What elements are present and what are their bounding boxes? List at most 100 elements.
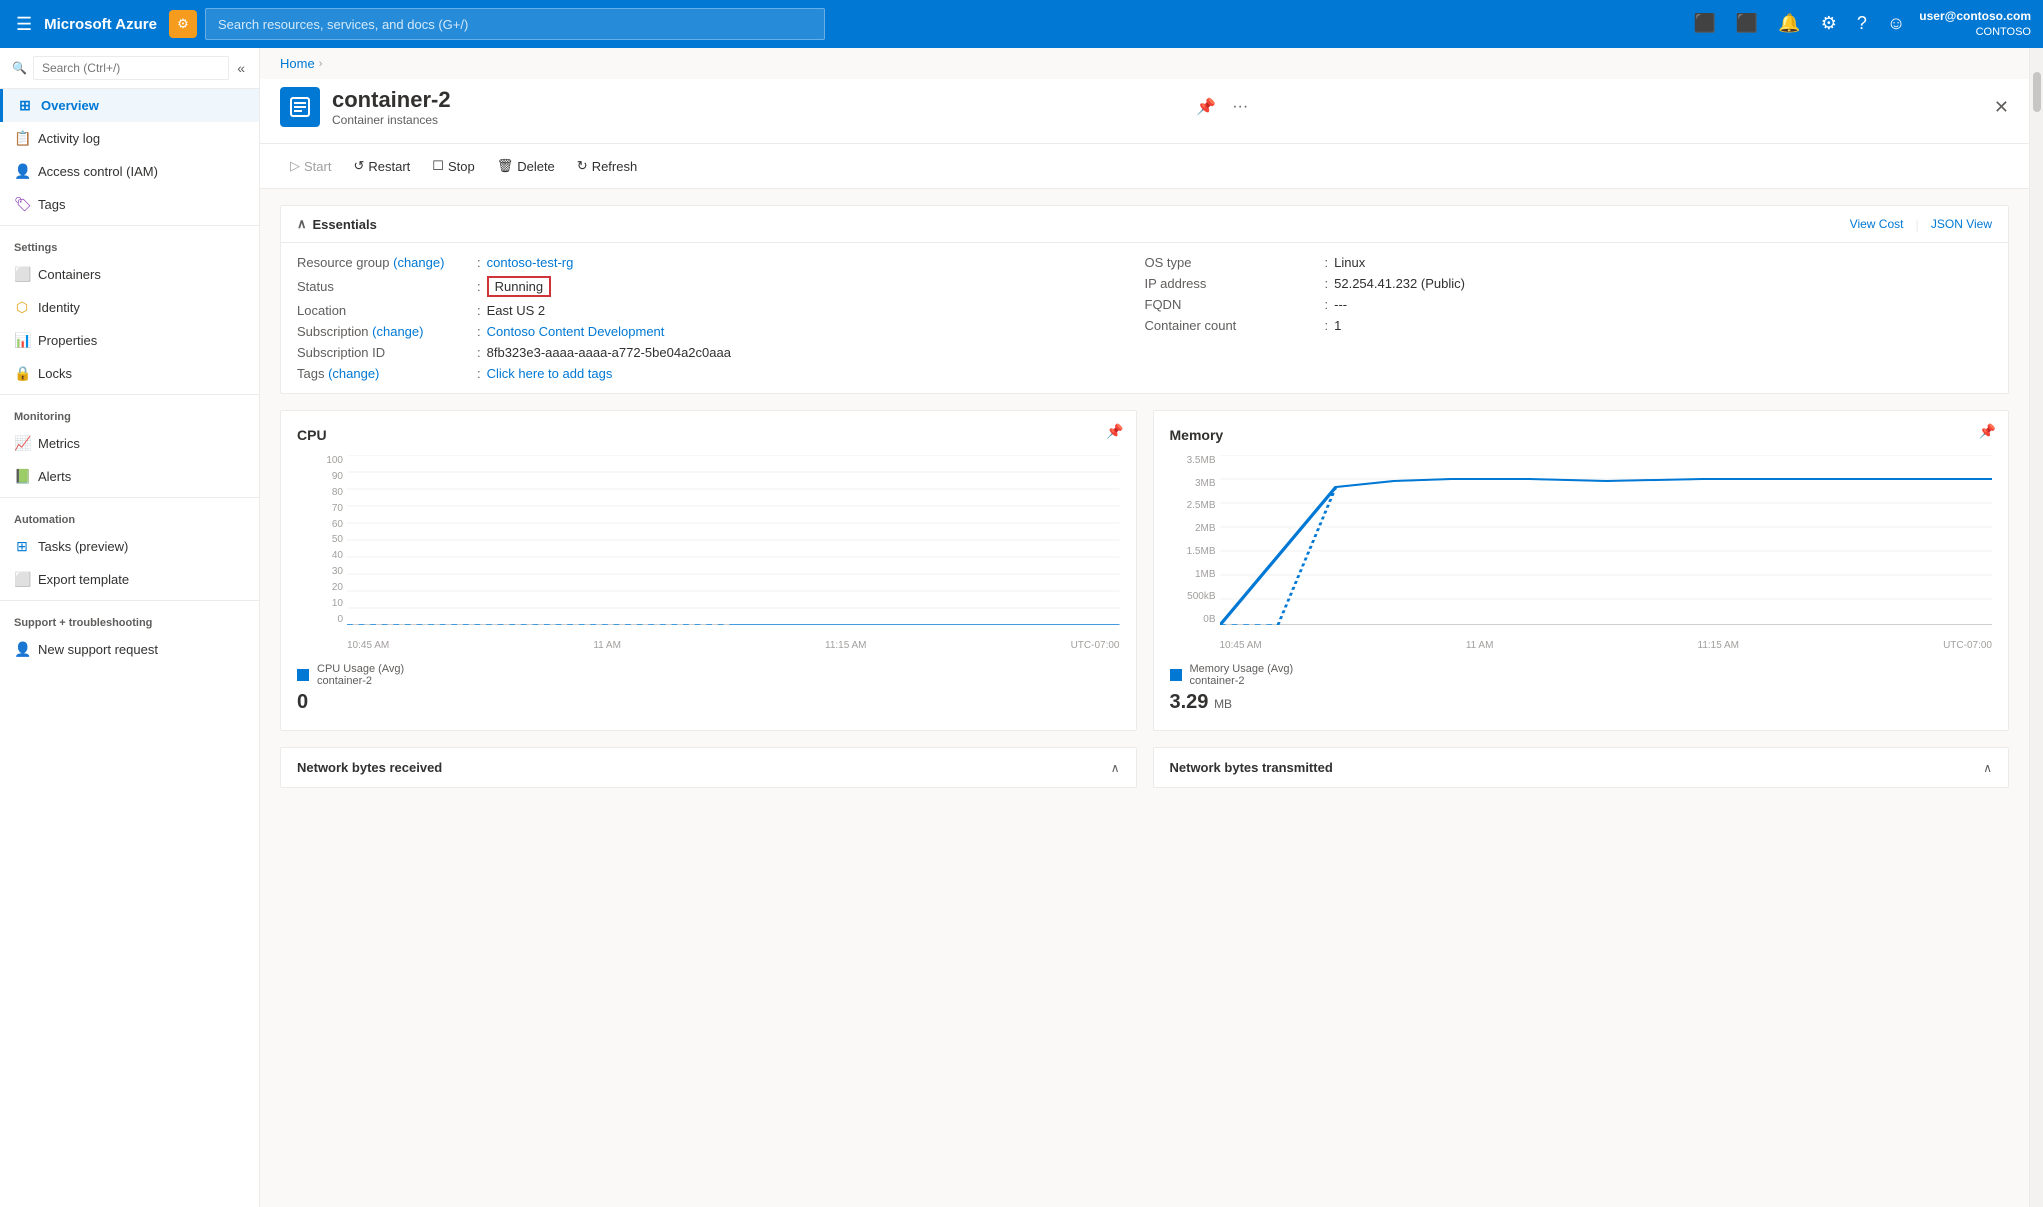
tags-change[interactable]: (change) — [328, 366, 379, 381]
cpu-value: 0 — [297, 691, 308, 713]
restart-label: Restart — [368, 159, 410, 174]
sidebar-item-new-support[interactable]: 👤 New support request — [0, 633, 259, 666]
essentials-subscription-id: Subscription ID : 8fb323e3-aaaa-aaaa-a77… — [297, 345, 1145, 360]
global-search-input[interactable] — [205, 8, 825, 40]
automation-divider — [0, 497, 259, 498]
status-badge: Running — [487, 276, 551, 297]
settings-icon[interactable]: ⚙ — [1815, 9, 1843, 38]
memory-legend-label: Memory Usage (Avg) — [1190, 663, 1294, 675]
user-email: user@contoso.com — [1919, 9, 2031, 25]
delete-button[interactable]: 🗑 Delete — [487, 152, 565, 180]
ip-address-label: IP address — [1145, 276, 1325, 291]
subscription-link[interactable]: Contoso Content Development — [487, 324, 665, 339]
memory-chart-card: Memory 📌 3.5MB 3MB 2.5MB 2MB 1.5MB 1MB 5… — [1153, 410, 2010, 731]
sidebar-item-activity-log[interactable]: 📋 Activity log — [0, 122, 259, 155]
content-area: Home › container-2 Container instances 📌… — [260, 48, 2029, 1207]
automation-section-header: Automation — [0, 502, 259, 530]
locks-icon: 🔒 — [14, 365, 30, 382]
essentials-links: View Cost | JSON View — [1850, 217, 1992, 232]
cpu-legend-box — [297, 669, 309, 681]
sidebar-item-access-control[interactable]: 👤 Access control (IAM) — [0, 155, 259, 188]
network-transmitted-title: Network bytes transmitted — [1170, 760, 1333, 775]
memory-chart-area: 3.5MB 3MB 2.5MB 2MB 1.5MB 1MB 500kB 0B — [1170, 455, 1993, 655]
right-scrollbar[interactable] — [2029, 48, 2043, 1207]
support-section-header: Support + troubleshooting — [0, 605, 259, 633]
memory-chart-plot — [1220, 455, 1993, 625]
sidebar-new-support-label: New support request — [38, 642, 158, 657]
essentials-left-col: Resource group (change) : contoso-test-r… — [297, 255, 1145, 381]
sidebar-item-locks[interactable]: 🔒 Locks — [0, 357, 259, 390]
sidebar-alerts-label: Alerts — [38, 469, 71, 484]
memory-pin-button[interactable]: 📌 — [1979, 423, 1996, 440]
sidebar-item-alerts[interactable]: 📗 Alerts — [0, 460, 259, 493]
topbar-right: ⬛ ⬛ 🔔 ⚙ ? ☺ user@contoso.com CONTOSO — [1687, 9, 2031, 39]
container-count-label: Container count — [1145, 318, 1325, 333]
notification-icon[interactable]: 🔔 — [1772, 9, 1806, 38]
close-button[interactable]: ✕ — [1994, 97, 2009, 118]
sidebar-item-identity[interactable]: ⬡ Identity — [0, 291, 259, 324]
sidebar-item-tasks[interactable]: ⊞ Tasks (preview) — [0, 530, 259, 563]
page-header-text: container-2 Container instances — [332, 87, 451, 127]
view-cost-link[interactable]: View Cost — [1850, 217, 1904, 232]
fqdn-label: FQDN — [1145, 297, 1325, 312]
stop-button[interactable]: ☐ Stop — [422, 152, 484, 180]
cpu-legend-container: container-2 — [317, 675, 404, 687]
user-org: CONTOSO — [1919, 25, 2031, 39]
essentials-collapse-icon[interactable]: ∧ — [297, 216, 307, 232]
more-button[interactable]: ··· — [1228, 93, 1252, 121]
memory-yaxis: 3.5MB 3MB 2.5MB 2MB 1.5MB 1MB 500kB 0B — [1170, 455, 1220, 625]
subscription-change[interactable]: (change) — [372, 324, 423, 339]
user-info[interactable]: user@contoso.com CONTOSO — [1919, 9, 2031, 39]
collapse-sidebar-button[interactable]: « — [235, 58, 247, 78]
restart-button[interactable]: ↺ Restart — [343, 152, 420, 180]
support-divider — [0, 600, 259, 601]
page-header-actions: 📌 ··· — [1192, 93, 1252, 121]
network-transmitted-chevron[interactable]: ∧ — [1983, 761, 1992, 775]
sidebar-item-containers[interactable]: ⬜ Containers — [0, 258, 259, 291]
overview-icon: ⊞ — [17, 97, 33, 114]
feedback-icon[interactable]: ⬛ — [1730, 9, 1764, 38]
help-icon[interactable]: ? — [1851, 9, 1873, 38]
essentials-header: ∧ Essentials View Cost | JSON View — [281, 206, 2008, 243]
sidebar-search-input[interactable] — [33, 56, 229, 80]
settings-section-header: Settings — [0, 230, 259, 258]
stop-icon: ☐ — [432, 158, 444, 174]
cpu-pin-button[interactable]: 📌 — [1106, 423, 1123, 440]
azure-logo: Microsoft Azure — [44, 16, 157, 33]
essentials-right-col: OS type : Linux IP address : 52.254.41.2… — [1145, 255, 1993, 381]
essentials-location: Location : East US 2 — [297, 303, 1145, 318]
pin-button[interactable]: 📌 — [1192, 93, 1220, 121]
sidebar-item-overview[interactable]: ⊞ Overview — [0, 89, 259, 122]
memory-chart-title: Memory — [1170, 427, 1993, 443]
subscription-label: Subscription (change) — [297, 324, 477, 339]
sidebar-locks-label: Locks — [38, 366, 72, 381]
breadcrumb-home[interactable]: Home — [280, 56, 315, 71]
resource-group-change[interactable]: (change) — [393, 255, 444, 270]
sidebar-search-area: 🔍 « — [0, 48, 259, 89]
sidebar-item-properties[interactable]: 📊 Properties — [0, 324, 259, 357]
portal-icon[interactable]: ⬛ — [1687, 9, 1721, 38]
network-received-card: Network bytes received ∧ — [280, 747, 1137, 788]
hamburger-icon[interactable]: ☰ — [12, 10, 36, 39]
sidebar-item-metrics[interactable]: 📈 Metrics — [0, 427, 259, 460]
resource-group-link[interactable]: contoso-test-rg — [487, 255, 574, 270]
memory-legend-container: container-2 — [1190, 675, 1294, 687]
sidebar-access-control-label: Access control (IAM) — [38, 164, 158, 179]
network-received-chevron[interactable]: ∧ — [1111, 761, 1120, 775]
account-icon[interactable]: ☺ — [1881, 9, 1911, 38]
tags-icon: 🏷 — [14, 196, 30, 213]
sidebar-item-export-template[interactable]: ⬜ Export template — [0, 563, 259, 596]
access-control-icon: 👤 — [14, 163, 30, 180]
fqdn-value: --- — [1334, 297, 1347, 312]
essentials-resource-group: Resource group (change) : contoso-test-r… — [297, 255, 1145, 270]
page-subtitle: Container instances — [332, 113, 451, 127]
tags-link[interactable]: Click here to add tags — [487, 366, 613, 381]
start-button[interactable]: ▷ Start — [280, 152, 341, 180]
start-label: Start — [304, 159, 331, 174]
container-count-value: 1 — [1334, 318, 1341, 333]
memory-xaxis: 10:45 AM 11 AM 11:15 AM UTC-07:00 — [1220, 635, 1993, 655]
refresh-button[interactable]: ↻ Refresh — [567, 152, 647, 180]
sidebar-item-tags[interactable]: 🏷 Tags — [0, 188, 259, 221]
json-view-link[interactable]: JSON View — [1931, 217, 1992, 232]
start-icon: ▷ — [290, 158, 300, 174]
